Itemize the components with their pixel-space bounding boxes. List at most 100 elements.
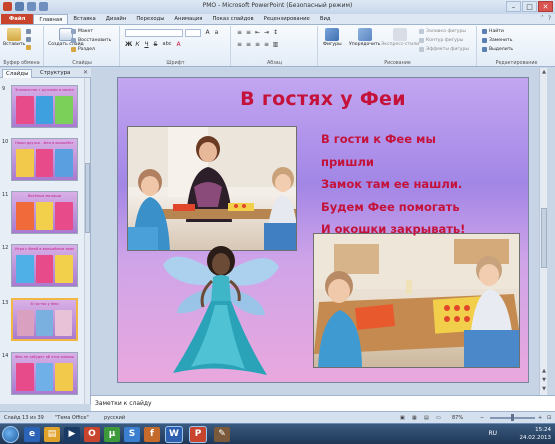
italic-button[interactable]: К	[134, 41, 141, 48]
align-center-icon[interactable]: ≡	[245, 41, 252, 48]
zoom-level[interactable]: 87%	[452, 415, 463, 421]
internet-explorer-icon[interactable]: e	[24, 427, 40, 442]
normal-view-icon[interactable]: ▣	[400, 415, 405, 421]
file-explorer-icon[interactable]: ▤	[44, 427, 60, 442]
slideshow-icon[interactable]: ▭	[436, 415, 441, 421]
font-name-field[interactable]	[125, 29, 183, 37]
decrease-indent-icon[interactable]: ⇤	[254, 29, 261, 36]
slide-editor: В гостях у Феи В гости к Фее мы пришли З…	[91, 68, 547, 395]
align-right-icon[interactable]: ≡	[254, 41, 261, 48]
underline-button[interactable]: Ч	[143, 41, 150, 48]
slide-thumbnail[interactable]: Наши друзья - Феи в волшебстве	[11, 138, 78, 181]
notes-pane[interactable]: Заметки к слайду	[91, 395, 555, 411]
minimize-button[interactable]: –	[506, 1, 521, 12]
language-indicator[interactable]: русский	[104, 415, 125, 421]
tab-file[interactable]: Файл	[1, 14, 34, 24]
shrink-font-icon[interactable]: a	[213, 29, 220, 36]
language-indicator-tray[interactable]: RU	[488, 430, 497, 437]
zoom-slider-thumb[interactable]	[511, 414, 514, 421]
tab-slideshow[interactable]: Показ слайдов	[207, 14, 258, 24]
scroll-down-icon[interactable]: ▼	[540, 386, 548, 392]
help-icon[interactable]: ?	[548, 14, 551, 24]
utorrent-icon[interactable]: µ	[104, 427, 120, 442]
grow-font-icon[interactable]: A	[204, 29, 211, 36]
scroll-up-icon[interactable]: ▲	[540, 69, 548, 75]
tab-animation[interactable]: Анимация	[169, 14, 207, 24]
editor-scrollbar[interactable]: ▲ ▲ ▼ ▼	[539, 68, 547, 395]
replace-button[interactable]: Заменить	[482, 38, 512, 43]
start-button[interactable]	[2, 426, 19, 443]
previous-slide-icon[interactable]: ▲	[540, 368, 548, 374]
format-painter-button[interactable]	[26, 45, 31, 50]
font-color-icon[interactable]: A	[175, 41, 182, 48]
slide-title[interactable]: В гостях у Феи	[118, 88, 528, 110]
paste-icon	[7, 28, 22, 41]
window-title: PMO - Microsoft PowerPoint (Безопасный р…	[202, 2, 353, 9]
shape-effects-button[interactable]: Эффекты фигуры	[419, 47, 469, 52]
find-button[interactable]: Найти	[482, 29, 504, 34]
tab-home[interactable]: Главная	[33, 14, 69, 24]
slide-photo-teacher[interactable]	[127, 126, 297, 251]
scrollbar-thumb[interactable]	[541, 208, 547, 268]
slide-photo-children[interactable]	[313, 233, 520, 368]
scrollbar-thumb[interactable]	[85, 163, 90, 233]
current-slide[interactable]: В гостях у Феи В гости к Фее мы пришли З…	[117, 77, 529, 383]
slide-thumbnail-selected[interactable]: В гостях у Феи	[11, 298, 78, 341]
tab-review[interactable]: Рецензирование	[259, 14, 315, 24]
zoom-in-icon[interactable]: +	[538, 415, 542, 421]
shape-fill-button[interactable]: Заливка фигуры	[419, 29, 466, 34]
shapes-button[interactable]: Фигуры	[323, 28, 342, 47]
opera-icon[interactable]: O	[84, 427, 100, 442]
media-player-icon[interactable]: ▶	[64, 427, 80, 442]
word-icon[interactable]: W	[166, 427, 182, 442]
numbering-icon[interactable]: ≡	[245, 29, 252, 36]
clock[interactable]: 15:24 24.02.2013	[520, 426, 552, 442]
slides-pane-scrollbar[interactable]	[84, 78, 90, 404]
bold-button[interactable]: Ж	[125, 41, 132, 48]
paste-button[interactable]: Вставить	[3, 28, 25, 47]
tab-insert[interactable]: Вставка	[68, 14, 100, 24]
tab-view[interactable]: Вид	[315, 14, 336, 24]
slide-sorter-icon[interactable]: ▦	[412, 415, 417, 421]
minimize-ribbon-icon[interactable]: ˄	[541, 14, 544, 24]
fit-to-window-icon[interactable]: ⊡	[547, 415, 551, 421]
reading-view-icon[interactable]: ▤	[424, 415, 429, 421]
quick-styles-button[interactable]: Экспресс-стили	[381, 28, 419, 47]
paint-icon[interactable]: ✎	[214, 427, 230, 442]
bullets-icon[interactable]: ≡	[236, 29, 243, 36]
align-left-icon[interactable]: ≡	[236, 41, 243, 48]
layout-button[interactable]: Макет	[71, 29, 93, 34]
slide-poem-text[interactable]: В гости к Фее мы пришли Замок там ее наш…	[321, 128, 528, 241]
copy-button[interactable]	[26, 37, 31, 42]
strikethrough-button[interactable]: S	[152, 41, 159, 48]
cut-button[interactable]	[26, 29, 31, 34]
fairy-illustration[interactable]	[155, 243, 285, 379]
columns-icon[interactable]: ▥	[272, 41, 279, 48]
slide-thumbnail[interactable]: Весёлые малыши	[11, 191, 78, 234]
powerpoint-icon[interactable]: P	[190, 427, 206, 442]
zoom-out-icon[interactable]: −	[480, 415, 484, 421]
close-pane-icon[interactable]: ✕	[83, 69, 88, 76]
justify-icon[interactable]: ≡	[263, 41, 270, 48]
tab-design[interactable]: Дизайн	[101, 14, 132, 24]
increase-indent-icon[interactable]: ⇥	[263, 29, 270, 36]
tab-outline[interactable]: Структура	[37, 69, 73, 78]
firefox-icon[interactable]: f	[144, 427, 160, 442]
close-button[interactable]: ✕	[538, 1, 553, 12]
tab-transitions[interactable]: Переходы	[131, 14, 169, 24]
section-button[interactable]: Раздел	[71, 47, 95, 52]
font-size-field[interactable]	[185, 29, 201, 37]
shape-outline-button[interactable]: Контур фигуры	[419, 38, 463, 43]
slide-thumbnail[interactable]: Знакомство с ручками и маленькими	[11, 85, 78, 128]
tab-slides[interactable]: Слайды	[2, 69, 33, 78]
reset-button[interactable]: Восстановить	[71, 38, 111, 43]
arrange-button[interactable]: Упорядочить	[349, 28, 380, 47]
slide-thumbnail[interactable]: Игра с Феей в волшебном замке	[11, 244, 78, 287]
line-spacing-icon[interactable]: ↕	[272, 29, 279, 36]
shadow-button[interactable]: abc	[161, 41, 173, 48]
next-slide-icon[interactable]: ▼	[540, 377, 548, 383]
skype-icon[interactable]: S	[124, 427, 140, 442]
slide-thumbnail[interactable]: Фея не забудет об этих малышах	[11, 352, 78, 395]
select-button[interactable]: Выделить	[482, 47, 513, 52]
maximize-button[interactable]: □	[522, 1, 537, 12]
